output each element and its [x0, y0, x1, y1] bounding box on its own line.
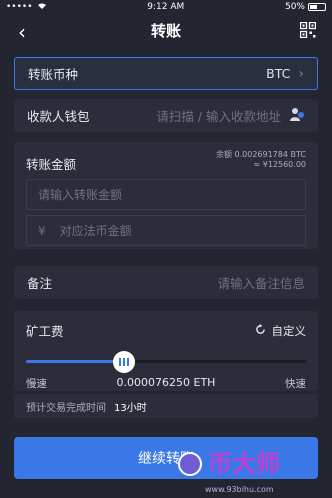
amount-card: 转账金额 余额 0.002691784 BTC ≈ ¥12560.00 请输入转… — [14, 142, 318, 249]
amount-header: 转账金额 余额 0.002691784 BTC ≈ ¥12560.00 — [14, 142, 318, 173]
status-bar: ••••• 9:12 AM 50% — [0, 0, 332, 14]
coin-selector[interactable]: 转账币种 BTC › — [14, 57, 318, 90]
estimated-time-row: 预计交易完成时间 13小时 — [14, 394, 318, 418]
coin-label: 转账币种 — [28, 67, 79, 82]
fiat-placeholder: 对应法币金额 — [59, 224, 132, 238]
battery-icon — [308, 3, 326, 11]
custom-fee-button[interactable]: 自定义 — [255, 321, 307, 340]
custom-fee-label: 自定义 — [271, 323, 307, 338]
battery-percent: 50% — [284, 2, 305, 12]
fee-title: 矿工费 — [26, 324, 64, 339]
balance-fiat: ≈ ¥12560.00 — [253, 160, 306, 169]
page-title: 转账 — [150, 21, 181, 40]
slider-thumb[interactable] — [113, 351, 135, 373]
refresh-icon — [255, 323, 266, 338]
slow-label: 慢速 — [26, 378, 47, 390]
memo-input[interactable]: 请输入备注信息 — [217, 273, 305, 292]
back-icon[interactable]: ‹ — [18, 20, 26, 44]
receiver-address-input[interactable]: 请扫描 / 输入收款地址 — [156, 106, 281, 125]
fiat-symbol: ¥ — [38, 223, 46, 238]
balance-btc: 余额 0.002691784 BTC — [215, 150, 306, 159]
fee-slider[interactable] — [26, 351, 306, 373]
receiver-label: 收款人钱包 — [27, 109, 90, 124]
contacts-icon[interactable] — [289, 106, 305, 125]
nav-bar: ‹ 转账 — [0, 14, 332, 46]
coin-value: BTC — [266, 66, 291, 81]
estimate-value: 13小时 — [114, 402, 147, 414]
status-right: 50% — [285, 2, 326, 12]
memo-label: 备注 — [27, 276, 53, 291]
fee-footer: 慢速 0.000076250 ETH 快速 — [14, 368, 318, 391]
amount-input[interactable]: 请输入转账金额 — [26, 179, 306, 210]
signal-icon: ••••• — [6, 2, 33, 12]
wifi-icon — [37, 2, 47, 13]
fast-label: 快速 — [284, 378, 306, 390]
watermark-logo-icon — [178, 452, 202, 476]
balance-info: 余额 0.002691784 BTC ≈ ¥12560.00 — [216, 150, 306, 173]
watermark-url: www.93bihu.com — [205, 485, 274, 494]
estimate-label: 预计交易完成时间 — [26, 402, 106, 414]
watermark: 币大师 — [178, 452, 280, 476]
status-time: 9:12 AM — [147, 2, 185, 12]
status-left: ••••• — [6, 2, 47, 13]
memo-row[interactable]: 备注 请输入备注信息 — [14, 266, 318, 299]
fee-card: 矿工费 自定义 慢速 0.000076250 ETH 快速 — [14, 311, 318, 391]
fee-value: 0.000076250 ETH — [116, 376, 216, 389]
amount-placeholder: 请输入转账金额 — [38, 188, 123, 202]
receiver-wallet-row[interactable]: 收款人钱包 请扫描 / 输入收款地址 — [14, 99, 318, 132]
fiat-amount-input[interactable]: ¥ 对应法币金额 — [26, 215, 306, 246]
fee-header: 矿工费 自定义 — [14, 311, 318, 340]
qr-scan-icon[interactable] — [299, 21, 317, 39]
slider-fill — [26, 360, 124, 363]
watermark-text: 币大师 — [208, 450, 280, 478]
chevron-right-icon: › — [298, 65, 304, 82]
amount-title: 转账金额 — [26, 157, 77, 172]
